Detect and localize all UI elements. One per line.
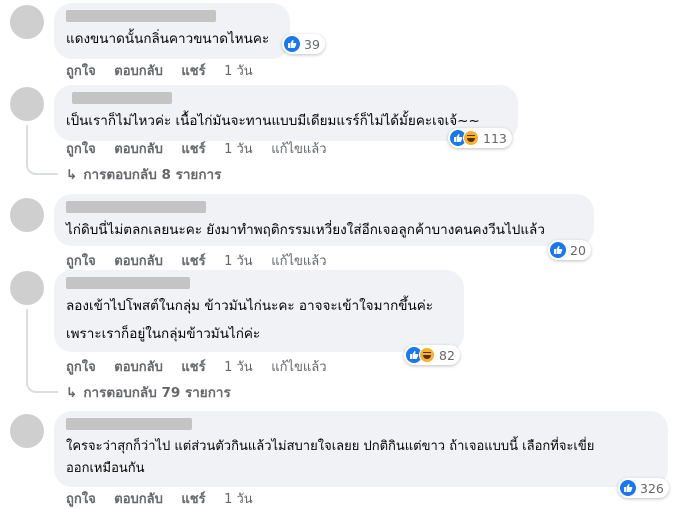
reaction-summary[interactable]: 326 xyxy=(618,478,669,498)
share-button[interactable]: แชร์ xyxy=(181,492,205,507)
comment-bubble: ไก่ดิบนี่ไม่ตลกเลยนะคะ ยังมาทำพฤติกรรมเห… xyxy=(54,194,594,246)
author-name-redacted[interactable] xyxy=(66,10,216,22)
comment-actions: ถูกใจ ตอบกลับ แชร์ 1 วัน xyxy=(66,60,267,81)
share-button[interactable]: แชร์ xyxy=(181,142,205,157)
thread-line xyxy=(26,159,58,175)
like-icon xyxy=(550,242,566,258)
comment-text-line-1: ใครจะว่าสุกก็ว่าไป แต่ส่วนตัวกินแล้วไม่ส… xyxy=(66,439,595,454)
share-button[interactable]: แชร์ xyxy=(181,254,205,269)
edited-label: แก้ไขแล้ว xyxy=(271,142,327,157)
reply-button[interactable]: ตอบกลับ xyxy=(114,360,163,375)
reply-button[interactable]: ตอบกลับ xyxy=(114,492,163,507)
comment-text: เป็นเราก็ไม่ไหวค่ะ เนื้อไก่มันจะทานแบบมี… xyxy=(66,113,480,129)
reply-button[interactable]: ตอบกลับ xyxy=(114,142,163,157)
like-button[interactable]: ถูกใจ xyxy=(66,492,96,507)
like-button[interactable]: ถูกใจ xyxy=(66,254,96,269)
share-button[interactable]: แชร์ xyxy=(181,360,205,375)
avatar[interactable] xyxy=(10,5,44,39)
haha-icon xyxy=(419,347,435,363)
replies-count-label: การตอบกลับ 8 รายการ xyxy=(83,167,222,183)
reaction-summary[interactable]: 39 xyxy=(282,34,325,54)
comment-text: แดงขนาดนั้นกลิ่นคาวขนาดไหนคะ xyxy=(66,31,270,47)
reaction-summary[interactable]: 113 xyxy=(448,128,512,148)
comment-text-line-2: เพราะเราก็อยู่ในกลุ่มข้าวมันไก่ค่ะ xyxy=(66,326,261,342)
thread-line xyxy=(26,377,58,393)
comment-text-line-1: ลองเข้าไปโพสต์ในกลุ่ม ข้าวมันไก่นะคะ อาจ… xyxy=(66,298,433,314)
thread-line xyxy=(26,125,28,161)
edited-label: แก้ไขแล้ว xyxy=(271,360,327,375)
reaction-count: 326 xyxy=(640,480,664,496)
author-name-redacted[interactable] xyxy=(66,277,190,289)
like-button[interactable]: ถูกใจ xyxy=(66,360,96,375)
comment-bubble: ลองเข้าไปโพสต์ในกลุ่ม ข้าวมันไก่นะคะ อาจ… xyxy=(54,270,464,352)
view-replies-link[interactable]: ↳ การตอบกลับ 79 รายการ xyxy=(66,381,231,403)
avatar[interactable] xyxy=(10,87,44,121)
reaction-count: 113 xyxy=(483,130,507,146)
timestamp[interactable]: 1 วัน xyxy=(224,492,253,507)
author-name-redacted[interactable] xyxy=(66,201,206,213)
reply-button[interactable]: ตอบกลับ xyxy=(114,254,163,269)
comment-bubble: แดงขนาดนั้นกลิ่นคาวขนาดไหนคะ xyxy=(54,3,290,59)
timestamp[interactable]: 1 วัน xyxy=(224,360,253,375)
thread-line xyxy=(26,309,28,379)
avatar[interactable] xyxy=(10,414,44,448)
comment-text-line-2: ออกเหมือนกัน xyxy=(66,461,145,476)
comment-actions: ถูกใจ ตอบกลับ แชร์ 1 วัน แก้ไขแล้ว xyxy=(66,250,341,271)
replies-count-label: การตอบกลับ 79 รายการ xyxy=(83,385,231,401)
like-button[interactable]: ถูกใจ xyxy=(66,142,96,157)
reply-arrow-icon: ↳ xyxy=(66,167,78,183)
reaction-count: 20 xyxy=(570,242,586,258)
view-replies-link[interactable]: ↳ การตอบกลับ 8 รายการ xyxy=(66,163,221,185)
reaction-count: 39 xyxy=(304,36,320,52)
reaction-count: 82 xyxy=(439,347,455,363)
like-button[interactable]: ถูกใจ xyxy=(66,64,96,79)
reaction-summary[interactable]: 82 xyxy=(404,345,460,365)
reaction-summary[interactable]: 20 xyxy=(548,240,591,260)
author-name-redacted[interactable] xyxy=(72,92,172,104)
timestamp[interactable]: 1 วัน xyxy=(224,64,253,79)
timestamp[interactable]: 1 วัน xyxy=(224,254,253,269)
reply-button[interactable]: ตอบกลับ xyxy=(114,64,163,79)
like-icon xyxy=(620,480,636,496)
comment-actions: ถูกใจ ตอบกลับ แชร์ 1 วัน แก้ไขแล้ว xyxy=(66,356,341,377)
author-name-redacted[interactable] xyxy=(66,418,192,430)
share-button[interactable]: แชร์ xyxy=(181,64,205,79)
timestamp[interactable]: 1 วัน xyxy=(224,142,253,157)
avatar[interactable] xyxy=(10,198,44,232)
like-icon xyxy=(284,36,300,52)
edited-label: แก้ไขแล้ว xyxy=(271,254,327,269)
comment-bubble: ใครจะว่าสุกก็ว่าไป แต่ส่วนตัวกินแล้วไม่ส… xyxy=(54,411,668,487)
comment-actions: ถูกใจ ตอบกลับ แชร์ 1 วัน xyxy=(66,488,267,509)
reply-arrow-icon: ↳ xyxy=(66,385,78,401)
haha-icon xyxy=(463,130,479,146)
comment-actions: ถูกใจ ตอบกลับ แชร์ 1 วัน แก้ไขแล้ว xyxy=(66,138,341,159)
comment-text: ไก่ดิบนี่ไม่ตลกเลยนะคะ ยังมาทำพฤติกรรมเห… xyxy=(66,222,545,238)
avatar[interactable] xyxy=(10,271,44,305)
